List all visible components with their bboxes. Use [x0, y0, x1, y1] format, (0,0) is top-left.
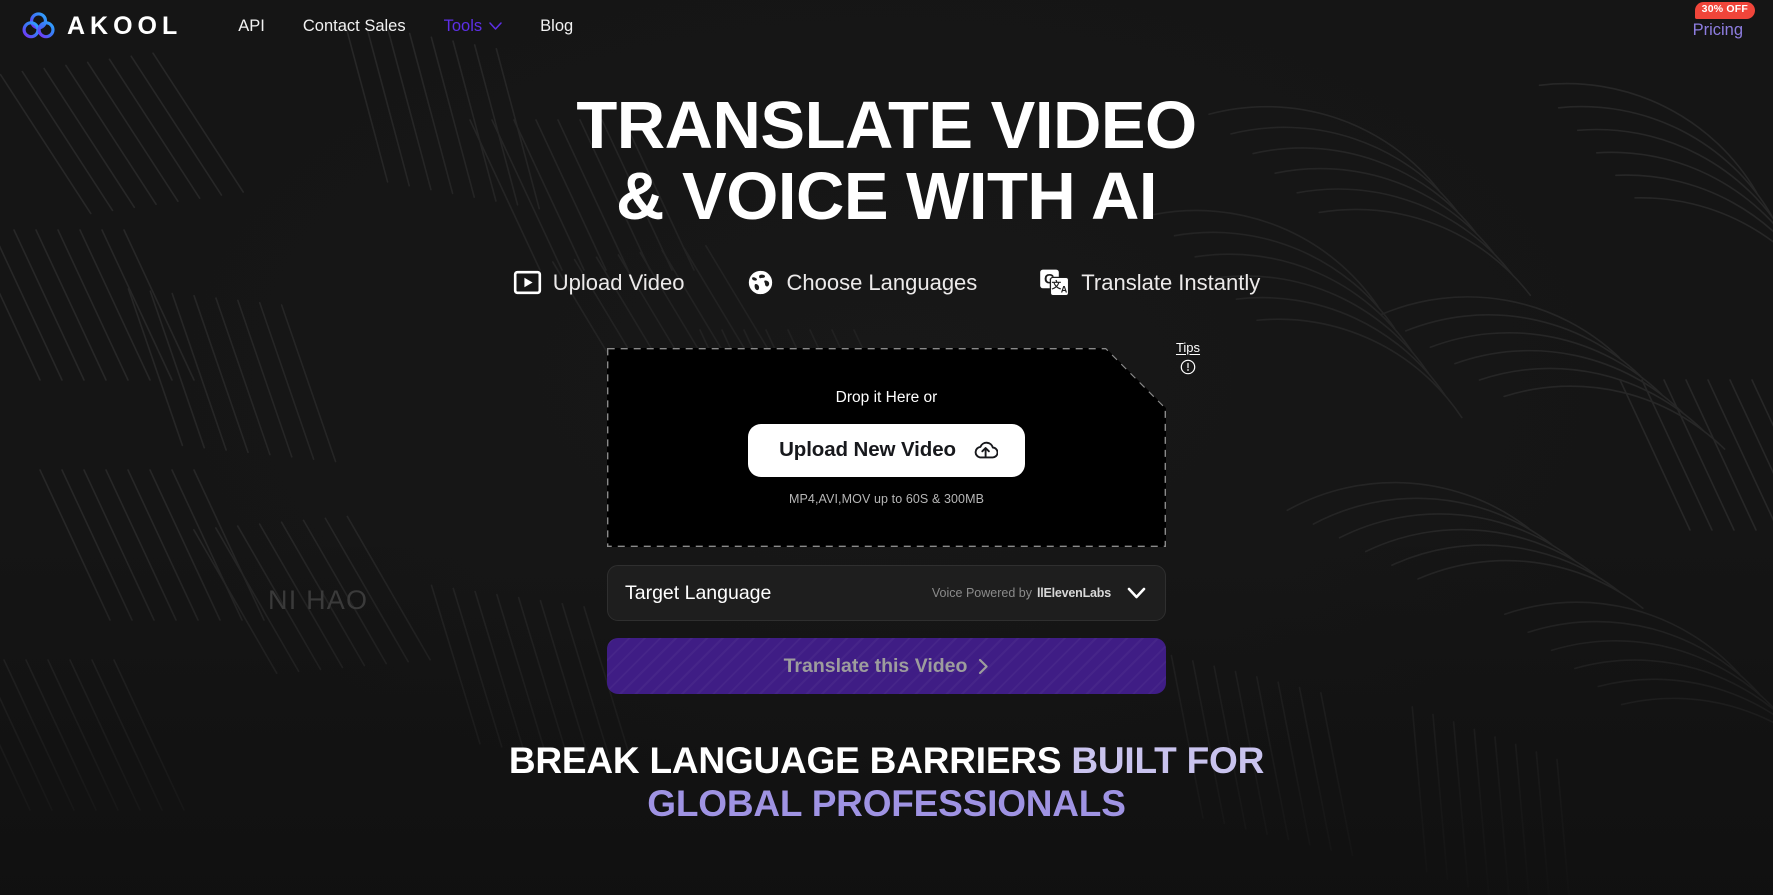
nav-item-pricing[interactable]: Pricing	[1693, 21, 1743, 40]
feature-choose-languages: Choose Languages	[746, 268, 977, 297]
hero-title-line-1: TRANSLATE VIDEO	[576, 88, 1197, 163]
nav-item-label: API	[238, 16, 265, 35]
chevron-down-icon	[1127, 587, 1146, 599]
pricing-nav-group: 30% OFF Pricing	[1693, 2, 1755, 40]
feature-label: Upload Video	[552, 269, 685, 295]
exclamation-circle-icon	[1180, 359, 1196, 375]
target-language-label: Target Language	[625, 581, 772, 604]
feature-label: Choose Languages	[786, 269, 978, 295]
nav-item-label: Tools	[443, 16, 483, 35]
subheadline-segment-white: BREAK LANGUAGE BARRIERS	[508, 740, 1072, 782]
video-translate-tool: Tips Drop it Here or Upload New Video MP…	[607, 340, 1200, 695]
page-title: TRANSLATE VIDEO & VOICE WITH AI	[0, 90, 1773, 232]
subheadline-line-1: BREAK LANGUAGE BARRIERS BUILT FOR	[0, 740, 1773, 783]
site-header: AKOOL API Contact Sales Tools Blog 30% O…	[0, 0, 1773, 52]
hero-title-line-2: & VOICE WITH AI	[616, 159, 1157, 235]
feature-label: Translate Instantly	[1081, 269, 1261, 295]
feature-translate-instantly: G 文 A Translate Instantly	[1039, 268, 1260, 297]
hero-section: TRANSLATE VIDEO & VOICE WITH AI Upload V…	[0, 52, 1773, 297]
subheadline: BREAK LANGUAGE BARRIERS BUILT FOR GLOBAL…	[0, 740, 1773, 826]
subheadline-line-2: GLOBAL PROFESSIONALS	[647, 782, 1126, 824]
voice-provider-brand: llElevenLabs	[1036, 586, 1111, 601]
nav-item-label: Blog	[540, 16, 574, 35]
cloud-upload-icon	[973, 439, 998, 461]
chevron-right-icon	[979, 658, 989, 674]
page-root: NI HAO AKOOL API Contact Sales Tools Blo…	[0, 0, 1773, 895]
globe-icon	[748, 269, 774, 296]
drop-zone-content: Drop it Here or Upload New Video MP4,AVI…	[607, 348, 1166, 547]
svg-text:A: A	[1061, 285, 1068, 295]
tips-label: Tips	[1175, 340, 1201, 356]
promo-discount-badge: 30% OFF	[1694, 2, 1755, 19]
video-drop-zone[interactable]: Drop it Here or Upload New Video MP4,AVI…	[607, 348, 1166, 547]
chevron-down-icon	[489, 22, 502, 30]
nav-item-contact-sales[interactable]: Contact Sales	[303, 17, 406, 36]
translate-this-video-button[interactable]: Translate this Video	[607, 638, 1166, 695]
tips-button[interactable]: Tips	[1168, 340, 1208, 375]
hero-feature-list: Upload Video Choose Languages G 文 A Tran…	[0, 268, 1773, 297]
subheadline-segment-lilac: BUILT FOR	[1071, 740, 1265, 782]
google-translate-icon: G 文 A	[1040, 269, 1070, 297]
video-play-icon	[513, 270, 541, 295]
brand-logo[interactable]: AKOOL	[20, 11, 182, 41]
brand-wordmark: AKOOL	[67, 12, 183, 40]
drop-zone-hint: Drop it Here or	[835, 389, 938, 407]
nav-item-api[interactable]: API	[238, 17, 265, 36]
feature-upload-video: Upload Video	[513, 268, 685, 297]
background-watermark: NI HAO	[268, 585, 369, 615]
nav-item-label: Contact Sales	[302, 16, 406, 35]
nav-item-tools[interactable]: Tools	[444, 17, 503, 36]
voice-provider-credit: Voice Powered by llElevenLabs	[932, 586, 1111, 600]
akool-clover-logo-icon	[22, 12, 55, 39]
translate-button-label: Translate this Video	[783, 654, 968, 677]
voice-provider-prefix: Voice Powered by	[931, 586, 1032, 601]
upload-new-video-button[interactable]: Upload New Video	[748, 424, 1025, 477]
target-language-select[interactable]: Target Language Voice Powered by llEleve…	[607, 565, 1166, 622]
nav-item-blog[interactable]: Blog	[540, 17, 573, 36]
upload-button-label: Upload New Video	[779, 438, 956, 462]
accepted-file-types-hint: MP4,AVI,MOV up to 60S & 300MB	[788, 492, 985, 507]
main-nav: API Contact Sales Tools Blog	[238, 17, 573, 36]
